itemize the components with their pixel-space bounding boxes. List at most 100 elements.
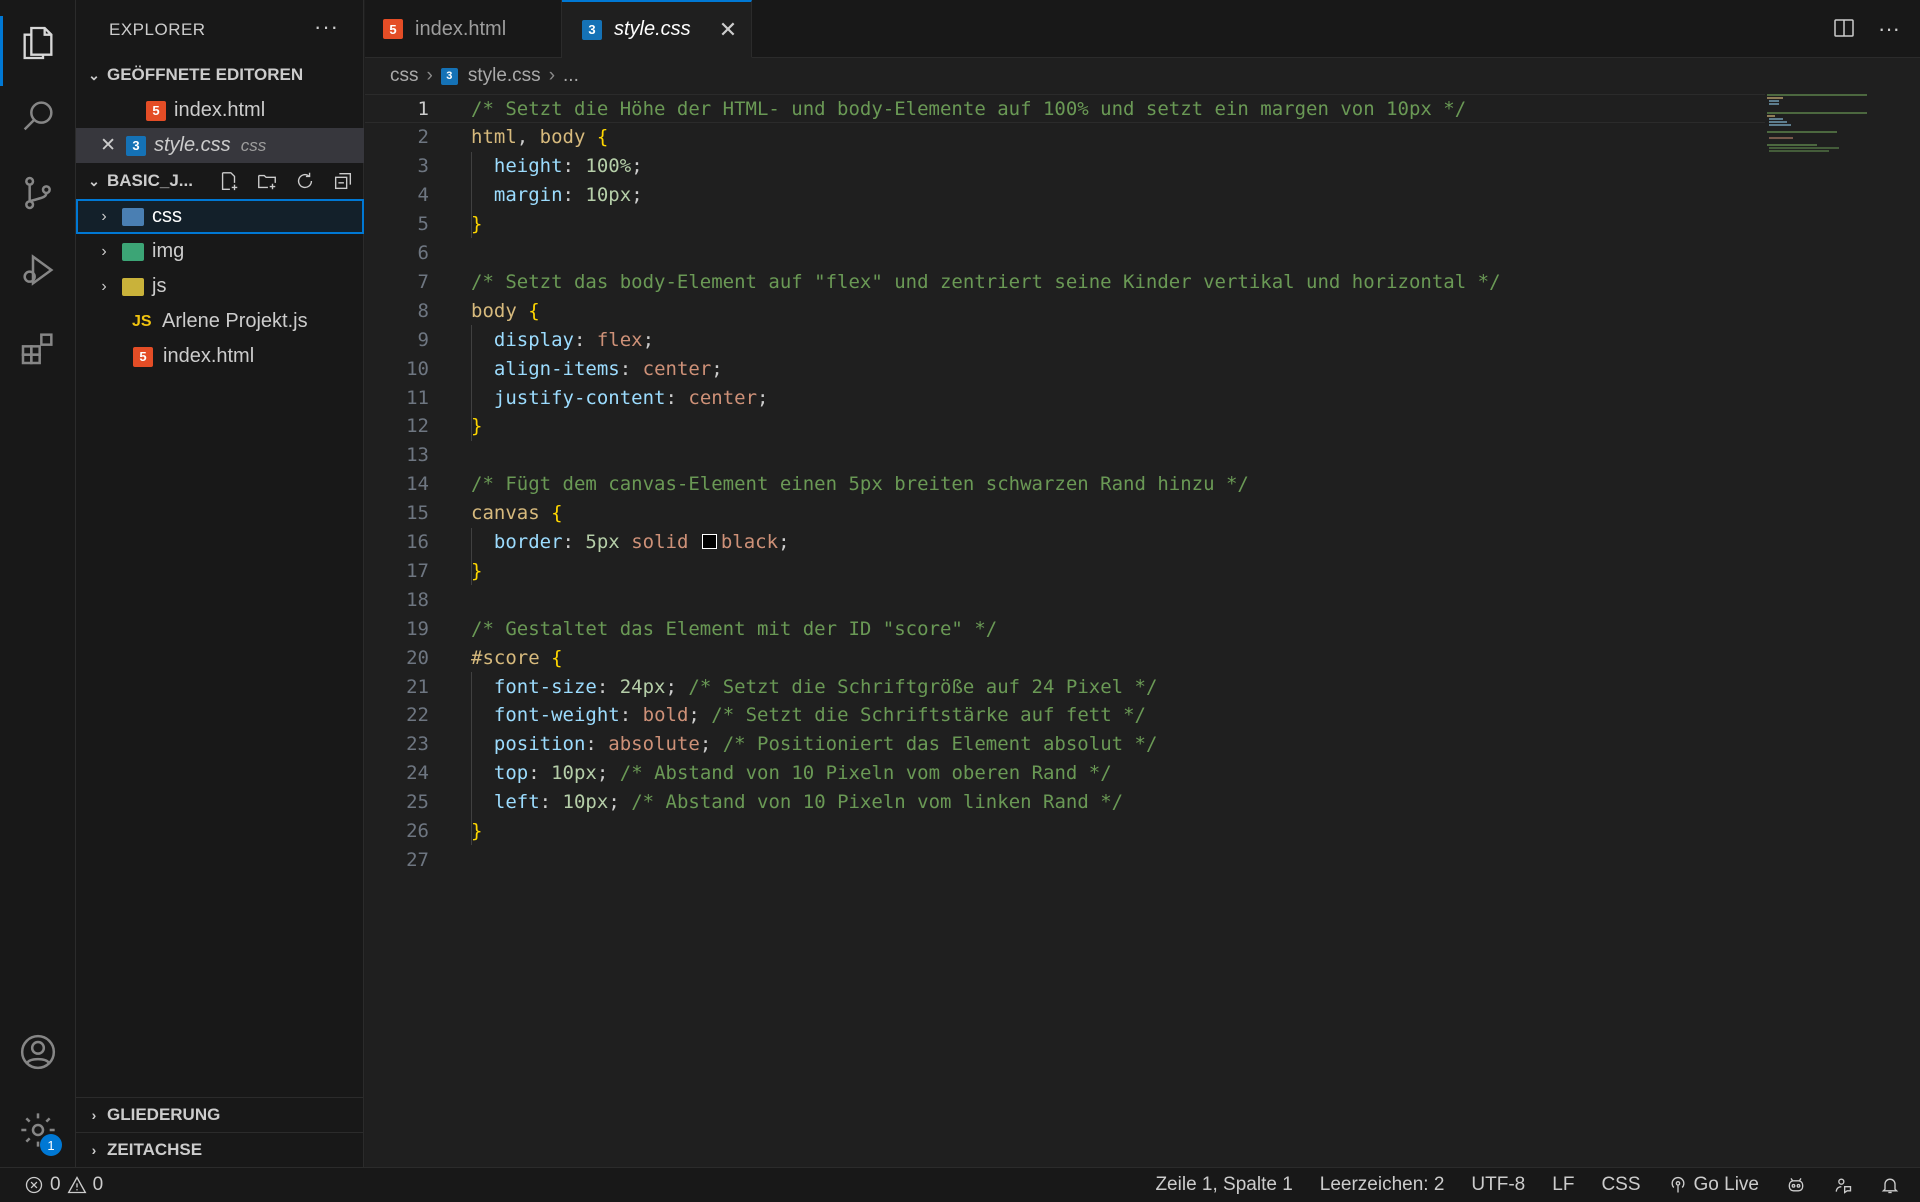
- tree-folder-js[interactable]: › js: [76, 269, 364, 304]
- code-line[interactable]: 20 #score {: [365, 643, 1765, 672]
- feedback-icon[interactable]: [1833, 1175, 1853, 1195]
- refresh-icon[interactable]: [294, 170, 316, 192]
- code-line[interactable]: 5}: [365, 210, 1765, 239]
- code-token: center: [688, 386, 758, 409]
- code-line[interactable]: 24 top: 10px; /* Abstand von 10 Pixeln v…: [365, 759, 1765, 788]
- code-line[interactable]: 10 align-items: center;: [365, 354, 1765, 383]
- tab-style-css[interactable]: 3 style.css ✕: [562, 0, 752, 58]
- code-line[interactable]: 25 left: 10px; /* Abstand von 10 Pixeln …: [365, 788, 1765, 817]
- source-control-icon[interactable]: [0, 163, 76, 223]
- open-editor-label: index.html: [174, 99, 266, 121]
- code-line[interactable]: 18: [365, 585, 1765, 614]
- tab-index-html[interactable]: 5 index.html: [365, 0, 562, 58]
- code-text: top: 10px; /* Abstand von 10 Pixeln vom …: [471, 762, 1112, 784]
- code-line[interactable]: 22 font-weight: bold; /* Setzt die Schri…: [365, 701, 1765, 730]
- indentation[interactable]: Leerzeichen: 2: [1320, 1174, 1445, 1196]
- close-editor-icon[interactable]: ✕: [76, 134, 116, 157]
- copilot-icon[interactable]: [1786, 1175, 1806, 1195]
- code-text: }: [471, 560, 482, 582]
- color-swatch[interactable]: [701, 534, 717, 549]
- chevron-down-icon: ⌄: [88, 66, 100, 83]
- notifications-bell-icon[interactable]: [1880, 1175, 1900, 1195]
- code-token: 10px: [551, 762, 597, 785]
- code-line[interactable]: 2 html, body {: [365, 123, 1765, 152]
- workspace-header[interactable]: ⌄ BASIC_J...: [76, 164, 364, 198]
- code-text: }: [471, 213, 482, 235]
- code-line[interactable]: 3 height: 100%;: [365, 152, 1765, 181]
- code-line[interactable]: 27: [365, 845, 1765, 874]
- broadcast-icon: [1671, 1176, 1684, 1193]
- explorer-icon[interactable]: [0, 8, 76, 86]
- more-actions-button[interactable]: ···: [1878, 16, 1900, 42]
- code-token: /* Fügt dem canvas-Element einen 5px bre…: [471, 473, 1249, 496]
- cursor-position[interactable]: Zeile 1, Spalte 1: [1155, 1174, 1292, 1196]
- tree-file-arlene-projekt-js[interactable]: JS Arlene Projekt.js: [76, 304, 364, 339]
- tree-file-index-html[interactable]: 5 index.html: [76, 339, 364, 374]
- explorer-more-button[interactable]: ···: [314, 14, 339, 40]
- timeline-header[interactable]: › ZEITACHSE: [76, 1133, 364, 1167]
- code-line[interactable]: 6: [365, 239, 1765, 268]
- code-line[interactable]: 12}: [365, 412, 1765, 441]
- split-editor-icon[interactable]: [1832, 16, 1856, 40]
- collapse-all-icon[interactable]: [332, 170, 354, 192]
- code-line[interactable]: 13: [365, 441, 1765, 470]
- settings-gear-icon[interactable]: 1: [0, 1100, 76, 1160]
- code-line[interactable]: 4 margin: 10px;: [365, 181, 1765, 210]
- code-line[interactable]: 1 /* Setzt die Höhe der HTML- und body-El…: [365, 94, 1765, 123]
- search-icon[interactable]: [0, 86, 76, 146]
- code-line[interactable]: 26}: [365, 817, 1765, 846]
- problems-indicator[interactable]: 0 0: [24, 1174, 103, 1196]
- code-line[interactable]: 7 /* Setzt das body-Element auf "flex" un…: [365, 267, 1765, 296]
- code-text: }: [471, 415, 482, 437]
- code-line[interactable]: 23 position: absolute; /* Positioniert d…: [365, 730, 1765, 759]
- end-of-line[interactable]: LF: [1552, 1174, 1574, 1196]
- extensions-icon[interactable]: [0, 318, 76, 378]
- tree-folder-css[interactable]: › css: [76, 199, 364, 234]
- encoding[interactable]: UTF-8: [1471, 1174, 1525, 1196]
- open-editors-header[interactable]: ⌄ GEÖFFNETE EDITOREN: [76, 58, 364, 92]
- code-text: /* Gestaltet das Element mit der ID "sco…: [471, 618, 997, 640]
- tree-folder-img[interactable]: › img: [76, 234, 364, 269]
- minimap[interactable]: [1767, 94, 1867, 154]
- line-number: 12: [406, 415, 429, 438]
- code-line[interactable]: 21 font-size: 24px; /* Setzt die Schrift…: [365, 672, 1765, 701]
- new-file-icon[interactable]: [218, 170, 240, 192]
- code-token: :: [619, 357, 643, 380]
- code-token: {: [551, 502, 563, 525]
- chevron-right-icon: ›: [101, 242, 107, 260]
- breadcrumb-file[interactable]: style.css: [468, 65, 541, 87]
- breadcrumb-folder[interactable]: css: [390, 65, 419, 87]
- outline-header[interactable]: › GLIEDERUNG: [76, 1098, 364, 1132]
- run-debug-icon[interactable]: [0, 240, 76, 300]
- code-token: align-items: [493, 357, 620, 380]
- open-editor-index-html[interactable]: 5 index.html: [76, 93, 364, 128]
- language-mode[interactable]: CSS: [1601, 1174, 1640, 1196]
- tree-item-label: index.html: [163, 345, 255, 367]
- line-number: 14: [406, 473, 429, 496]
- code-line[interactable]: 14 /* Fügt dem canvas-Element einen 5px b…: [365, 470, 1765, 499]
- accounts-icon[interactable]: [0, 1022, 76, 1082]
- code-line[interactable]: 9 display: flex;: [365, 325, 1765, 354]
- code-text: canvas {: [471, 502, 563, 524]
- code-line[interactable]: 19 /* Gestaltet das Element mit der ID "s…: [365, 614, 1765, 643]
- new-folder-icon[interactable]: [256, 170, 278, 192]
- line-number: 20: [406, 646, 429, 669]
- close-tab-icon[interactable]: ✕: [719, 17, 737, 43]
- code-editor[interactable]: 1 /* Setzt die Höhe der HTML- und body-El…: [365, 94, 1920, 1167]
- breadcrumb-symbol[interactable]: ...: [563, 65, 579, 87]
- code-line[interactable]: 17}: [365, 556, 1765, 585]
- go-live-button[interactable]: Go Live: [1668, 1174, 1759, 1196]
- code-token: solid: [631, 531, 689, 553]
- code-line[interactable]: 11 justify-content: center;: [365, 383, 1765, 412]
- js-folder-icon: [122, 277, 144, 296]
- code-line[interactable]: 15 canvas {: [365, 499, 1765, 528]
- open-editor-style-css[interactable]: ✕ 3 style.css css: [76, 128, 364, 163]
- code-token: :: [539, 791, 563, 814]
- line-number: 26: [406, 820, 429, 842]
- line-number: 4: [417, 184, 429, 207]
- code-line[interactable]: 8 body {: [365, 296, 1765, 325]
- breadcrumb: css › 3 style.css › ...: [365, 58, 1920, 94]
- code-line[interactable]: 16 border: 5px solid black;: [365, 528, 1765, 557]
- chevron-right-icon: ›: [91, 1107, 97, 1123]
